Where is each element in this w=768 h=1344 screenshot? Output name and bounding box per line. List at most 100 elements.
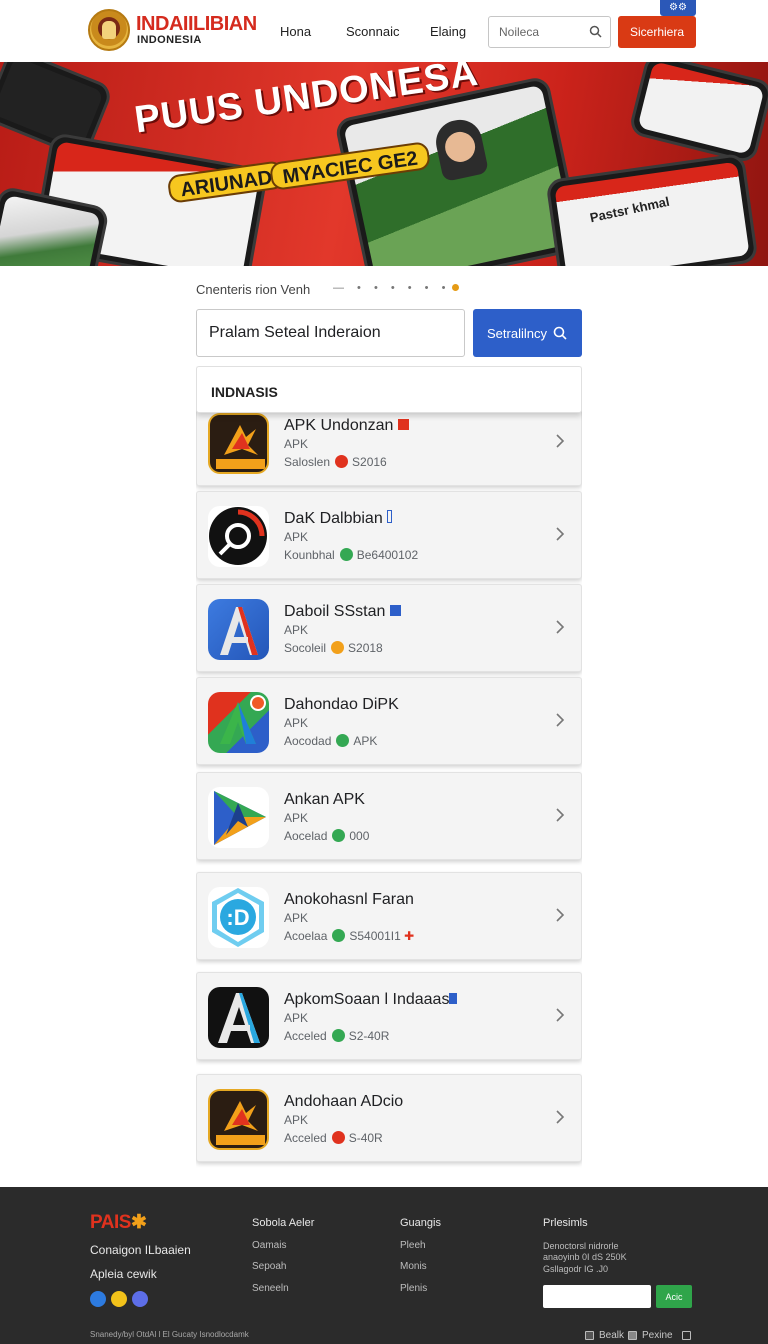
- footer-info: Gsllagodr IG .J0: [543, 1264, 609, 1274]
- chevron-right-icon[interactable]: [555, 807, 565, 828]
- main-search-input[interactable]: [196, 309, 465, 357]
- logo-subtitle: INDONESIA: [137, 34, 202, 46]
- meta-icon: [331, 641, 345, 654]
- footer-info: anaoyinb 0I dS 250K: [543, 1252, 627, 1262]
- app-icon-play-triangle: [208, 787, 269, 848]
- footer-col-title: Guangis: [400, 1217, 441, 1229]
- copyright: Snanedy/byl OtdAl l El Gucaty Isnodlocda…: [90, 1330, 249, 1339]
- app-card[interactable]: Dahondao DiPK APK Aocodad APK: [196, 677, 582, 765]
- app-card[interactable]: Daboil SSstan APK Socoleil S2018: [196, 584, 582, 672]
- search-icon: [553, 326, 567, 343]
- app-name: Ankan APK: [284, 791, 365, 808]
- chevron-right-icon[interactable]: [555, 1109, 565, 1130]
- top-header: INDAIILIBIAN INDONESIA Hona Sconnaic Ela…: [0, 0, 768, 62]
- hero-phone-image: [627, 62, 768, 165]
- app-name: ApkomSoaan l Indaaas: [284, 991, 458, 1009]
- newsletter-button[interactable]: Acic: [656, 1285, 692, 1308]
- app-type: APK: [284, 623, 309, 637]
- footer-bottom-link[interactable]: Bealk: [599, 1330, 624, 1341]
- app-name: Dahondao DiPK: [284, 696, 399, 713]
- app-name: DaK Dalbbian: [284, 510, 393, 528]
- plus-icon: ✚: [404, 929, 415, 943]
- app-type: APK: [284, 1113, 309, 1127]
- star-icon: ✱: [130, 1212, 147, 1233]
- svg-text::D: :D: [226, 905, 249, 930]
- meta-icon: [339, 548, 353, 561]
- flag-icon: [397, 419, 409, 430]
- app-type: APK: [284, 437, 309, 451]
- main-search-button-label: Setralilncy: [487, 326, 547, 341]
- footer-tagline: Conaigon ILbaaien: [90, 1243, 191, 1257]
- search-icon[interactable]: [589, 25, 602, 43]
- app-card[interactable]: Andohaan ADcio APK Acceled S-40R: [196, 1074, 582, 1162]
- meta-icon: [332, 929, 346, 942]
- checkbox-icon[interactable]: [628, 1331, 637, 1340]
- app-icon-search-ring: [208, 506, 269, 567]
- social-icon-yellow[interactable]: [111, 1291, 127, 1307]
- header-cta-button[interactable]: Sicerhiera: [618, 16, 696, 48]
- app-icon-letter-a-multicolor: [208, 692, 269, 753]
- chevron-right-icon[interactable]: [555, 619, 565, 640]
- chevron-right-icon[interactable]: [555, 1007, 565, 1028]
- hero-phone-image: Pastsr khmal: [545, 152, 759, 266]
- app-card[interactable]: DaK Dalbbian APK Kounbhal Be6400102: [196, 491, 582, 579]
- chevron-right-icon[interactable]: [555, 712, 565, 733]
- nav-item-second[interactable]: Sconnaic: [346, 24, 399, 39]
- social-icon-blue[interactable]: [90, 1291, 106, 1307]
- footer-col-title: Prlesimls: [543, 1217, 588, 1229]
- footer: PAIS✱ Conaigon ILbaaien Apleia cewik Sob…: [0, 1187, 768, 1344]
- app-name: Andohaan ADcio: [284, 1093, 404, 1110]
- bookmark-icon: [387, 510, 393, 523]
- chevron-right-icon[interactable]: [555, 907, 565, 928]
- footer-link[interactable]: Oamais: [252, 1240, 286, 1251]
- app-meta: Saloslen S2016: [284, 455, 387, 469]
- nav-item-third[interactable]: Elaing: [430, 24, 466, 39]
- logo-title[interactable]: INDAIILIBIAN: [136, 13, 257, 36]
- meta-icon: [331, 1131, 345, 1144]
- flag-icon: [389, 605, 401, 616]
- main-search-button[interactable]: Setralilncy: [473, 309, 582, 357]
- app-icon-hetrasi: [208, 1089, 269, 1150]
- app-meta: Aocodad APK: [284, 734, 378, 748]
- app-card[interactable]: Ankan APK APK Aocelad 000: [196, 772, 582, 860]
- header-search-input[interactable]: [490, 18, 585, 46]
- meta-icon: [332, 829, 346, 842]
- app-card[interactable]: ApkomSoaan l Indaaas APK Acceled S2-40R: [196, 972, 582, 1060]
- app-type: APK: [284, 811, 309, 825]
- app-meta: Kounbhal Be6400102: [284, 548, 419, 562]
- footer-tagline-2: Apleia cewik: [90, 1267, 157, 1281]
- active-dot-icon: [452, 284, 460, 291]
- footer-brand[interactable]: PAIS✱: [90, 1211, 147, 1234]
- pagination-dots[interactable]: — • • • • • •: [333, 282, 460, 294]
- footer-info: Denoctorsl nidrorle: [543, 1241, 619, 1251]
- checkbox-icon[interactable]: [585, 1331, 594, 1340]
- header-search: [488, 16, 611, 48]
- app-meta: Acoelaa S54001I1 ✚: [284, 929, 415, 943]
- clipboard-icon[interactable]: [682, 1331, 691, 1340]
- footer-link[interactable]: Sepoah: [252, 1261, 286, 1272]
- chevron-right-icon[interactable]: [555, 433, 565, 454]
- footer-link[interactable]: Seneeln: [252, 1283, 289, 1294]
- logo-emblem[interactable]: [88, 9, 130, 51]
- meta-icon: [331, 1029, 345, 1042]
- nav-item-home[interactable]: Hona: [280, 24, 311, 39]
- app-meta: Acceled S2-40R: [284, 1029, 390, 1043]
- newsletter-input[interactable]: [543, 1285, 651, 1308]
- footer-bottom-link[interactable]: Pexine: [642, 1330, 673, 1341]
- app-name: APK Undonzan: [284, 417, 409, 435]
- app-meta: Acceled S-40R: [284, 1131, 383, 1145]
- social-icon-purple[interactable]: [132, 1291, 148, 1307]
- settings-badge[interactable]: ⚙⚙: [660, 0, 696, 16]
- section-header: INDNASIS: [196, 366, 582, 413]
- flag-icon: [449, 993, 458, 1004]
- footer-col-title: Sobola Aeler: [252, 1217, 315, 1229]
- footer-link[interactable]: Monis: [400, 1261, 427, 1272]
- section-title: INDNASIS: [211, 384, 278, 400]
- footer-link[interactable]: Pleeh: [400, 1240, 426, 1251]
- app-icon-hetrasi: [208, 413, 269, 474]
- app-card[interactable]: :D Anokohasnl Faran APK Acoelaa S54001I1 …: [196, 872, 582, 960]
- footer-link[interactable]: Plenis: [400, 1283, 427, 1294]
- chevron-right-icon[interactable]: [555, 526, 565, 547]
- app-icon-letter-a-dark: [208, 987, 269, 1048]
- app-name: Anokohasnl Faran: [284, 891, 414, 908]
